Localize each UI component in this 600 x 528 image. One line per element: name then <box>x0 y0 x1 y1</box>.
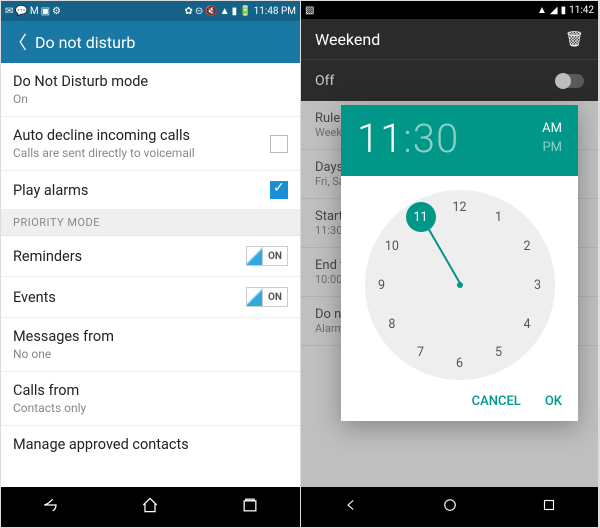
clock-selected-hour[interactable]: 11 <box>406 202 436 232</box>
status-time: 11:48 PM <box>254 6 296 17</box>
clock-number[interactable]: 5 <box>487 341 511 365</box>
nav-back-icon[interactable] <box>41 495 61 519</box>
delete-icon[interactable]: 🗑 <box>565 30 584 48</box>
row-events[interactable]: Events ON <box>1 277 300 318</box>
row-dnd-mode[interactable]: Do Not Disturb mode On <box>1 63 300 117</box>
ampm-am[interactable]: AM <box>542 120 562 138</box>
row-messages-from[interactable]: Messages from No one <box>1 318 300 372</box>
page-title: Weekend <box>315 30 380 49</box>
row-manage-contacts[interactable]: Manage approved contacts <box>1 426 300 463</box>
time-picker-header: 11:30 AM PM <box>341 105 578 176</box>
status-bar: ✉💬M▣⚙ ✿⊝🔇▲▮🔋 11:48 PM <box>1 1 300 21</box>
nav-recent-icon[interactable] <box>540 496 558 518</box>
page-title: Do not disturb <box>35 33 135 52</box>
row-play-alarms[interactable]: Play alarms <box>1 171 300 210</box>
clock-number[interactable]: 12 <box>448 195 472 219</box>
section-header-priority: PRIORITY MODE <box>1 210 300 236</box>
switch-reminders[interactable]: ON <box>246 246 288 266</box>
time-minute[interactable]: 30 <box>413 115 459 162</box>
clock-number[interactable]: 3 <box>526 273 550 297</box>
status-bar: ▧ ▲◢▮ 11:42 <box>301 1 598 19</box>
checkbox-play-alarms[interactable] <box>270 181 288 199</box>
cancel-button[interactable]: CANCEL <box>472 394 521 409</box>
clock-number[interactable]: 10 <box>380 234 404 258</box>
rule-enable-row[interactable]: Off <box>301 59 598 101</box>
battery-icon: ▮ <box>561 5 567 16</box>
clock-number[interactable]: 8 <box>380 312 404 336</box>
phone-htc-dnd: ✉💬M▣⚙ ✿⊝🔇▲▮🔋 11:48 PM 〈 Do not disturb D… <box>1 1 301 527</box>
row-auto-decline[interactable]: Auto decline incoming calls Calls are se… <box>1 117 300 171</box>
nav-bar <box>301 487 598 527</box>
nav-back-icon[interactable] <box>342 496 360 518</box>
ampm-pm[interactable]: PM <box>542 139 562 157</box>
row-reminders[interactable]: Reminders ON <box>1 236 300 277</box>
nav-home-icon[interactable] <box>140 495 160 519</box>
app-bar: 〈 Do not disturb <box>1 21 300 63</box>
status-time: 11:42 <box>569 5 594 16</box>
switch-rule-enable[interactable] <box>556 74 584 88</box>
clock-number[interactable]: 1 <box>487 205 511 229</box>
clock-number[interactable]: 7 <box>409 341 433 365</box>
content-area: Rule nWeekeDaysFri, SatStart ti11:30End … <box>301 101 598 487</box>
ok-button[interactable]: OK <box>545 394 562 409</box>
row-calls-from[interactable]: Calls from Contacts only <box>1 372 300 426</box>
nav-recent-icon[interactable] <box>240 495 260 519</box>
clock-number[interactable]: 2 <box>515 234 539 258</box>
clock-number[interactable]: 6 <box>448 351 472 375</box>
clock-number[interactable]: 9 <box>370 273 394 297</box>
time-hour[interactable]: 11 <box>357 115 403 162</box>
nav-bar <box>1 487 300 527</box>
back-icon[interactable]: 〈 <box>9 29 27 55</box>
clock-face[interactable]: 12 12 3 45678 9 1011 <box>365 190 555 380</box>
screenshot-icon: ▧ <box>305 5 314 16</box>
app-bar: Weekend 🗑 <box>301 19 598 59</box>
clock-hand <box>427 228 461 285</box>
nav-home-icon[interactable] <box>441 496 459 518</box>
clock-number[interactable]: 4 <box>515 312 539 336</box>
rule-enable-label: Off <box>315 73 334 89</box>
settings-list[interactable]: Do Not Disturb mode On Auto decline inco… <box>1 63 300 487</box>
switch-events[interactable]: ON <box>246 287 288 307</box>
phone-android-timepicker: ▧ ▲◢▮ 11:42 Weekend 🗑 Off Rule nWeekeDay… <box>301 1 599 527</box>
time-picker-dialog: 11:30 AM PM 121234567891011 CANCEL OK <box>341 105 578 421</box>
checkbox-auto-decline[interactable] <box>270 135 288 153</box>
